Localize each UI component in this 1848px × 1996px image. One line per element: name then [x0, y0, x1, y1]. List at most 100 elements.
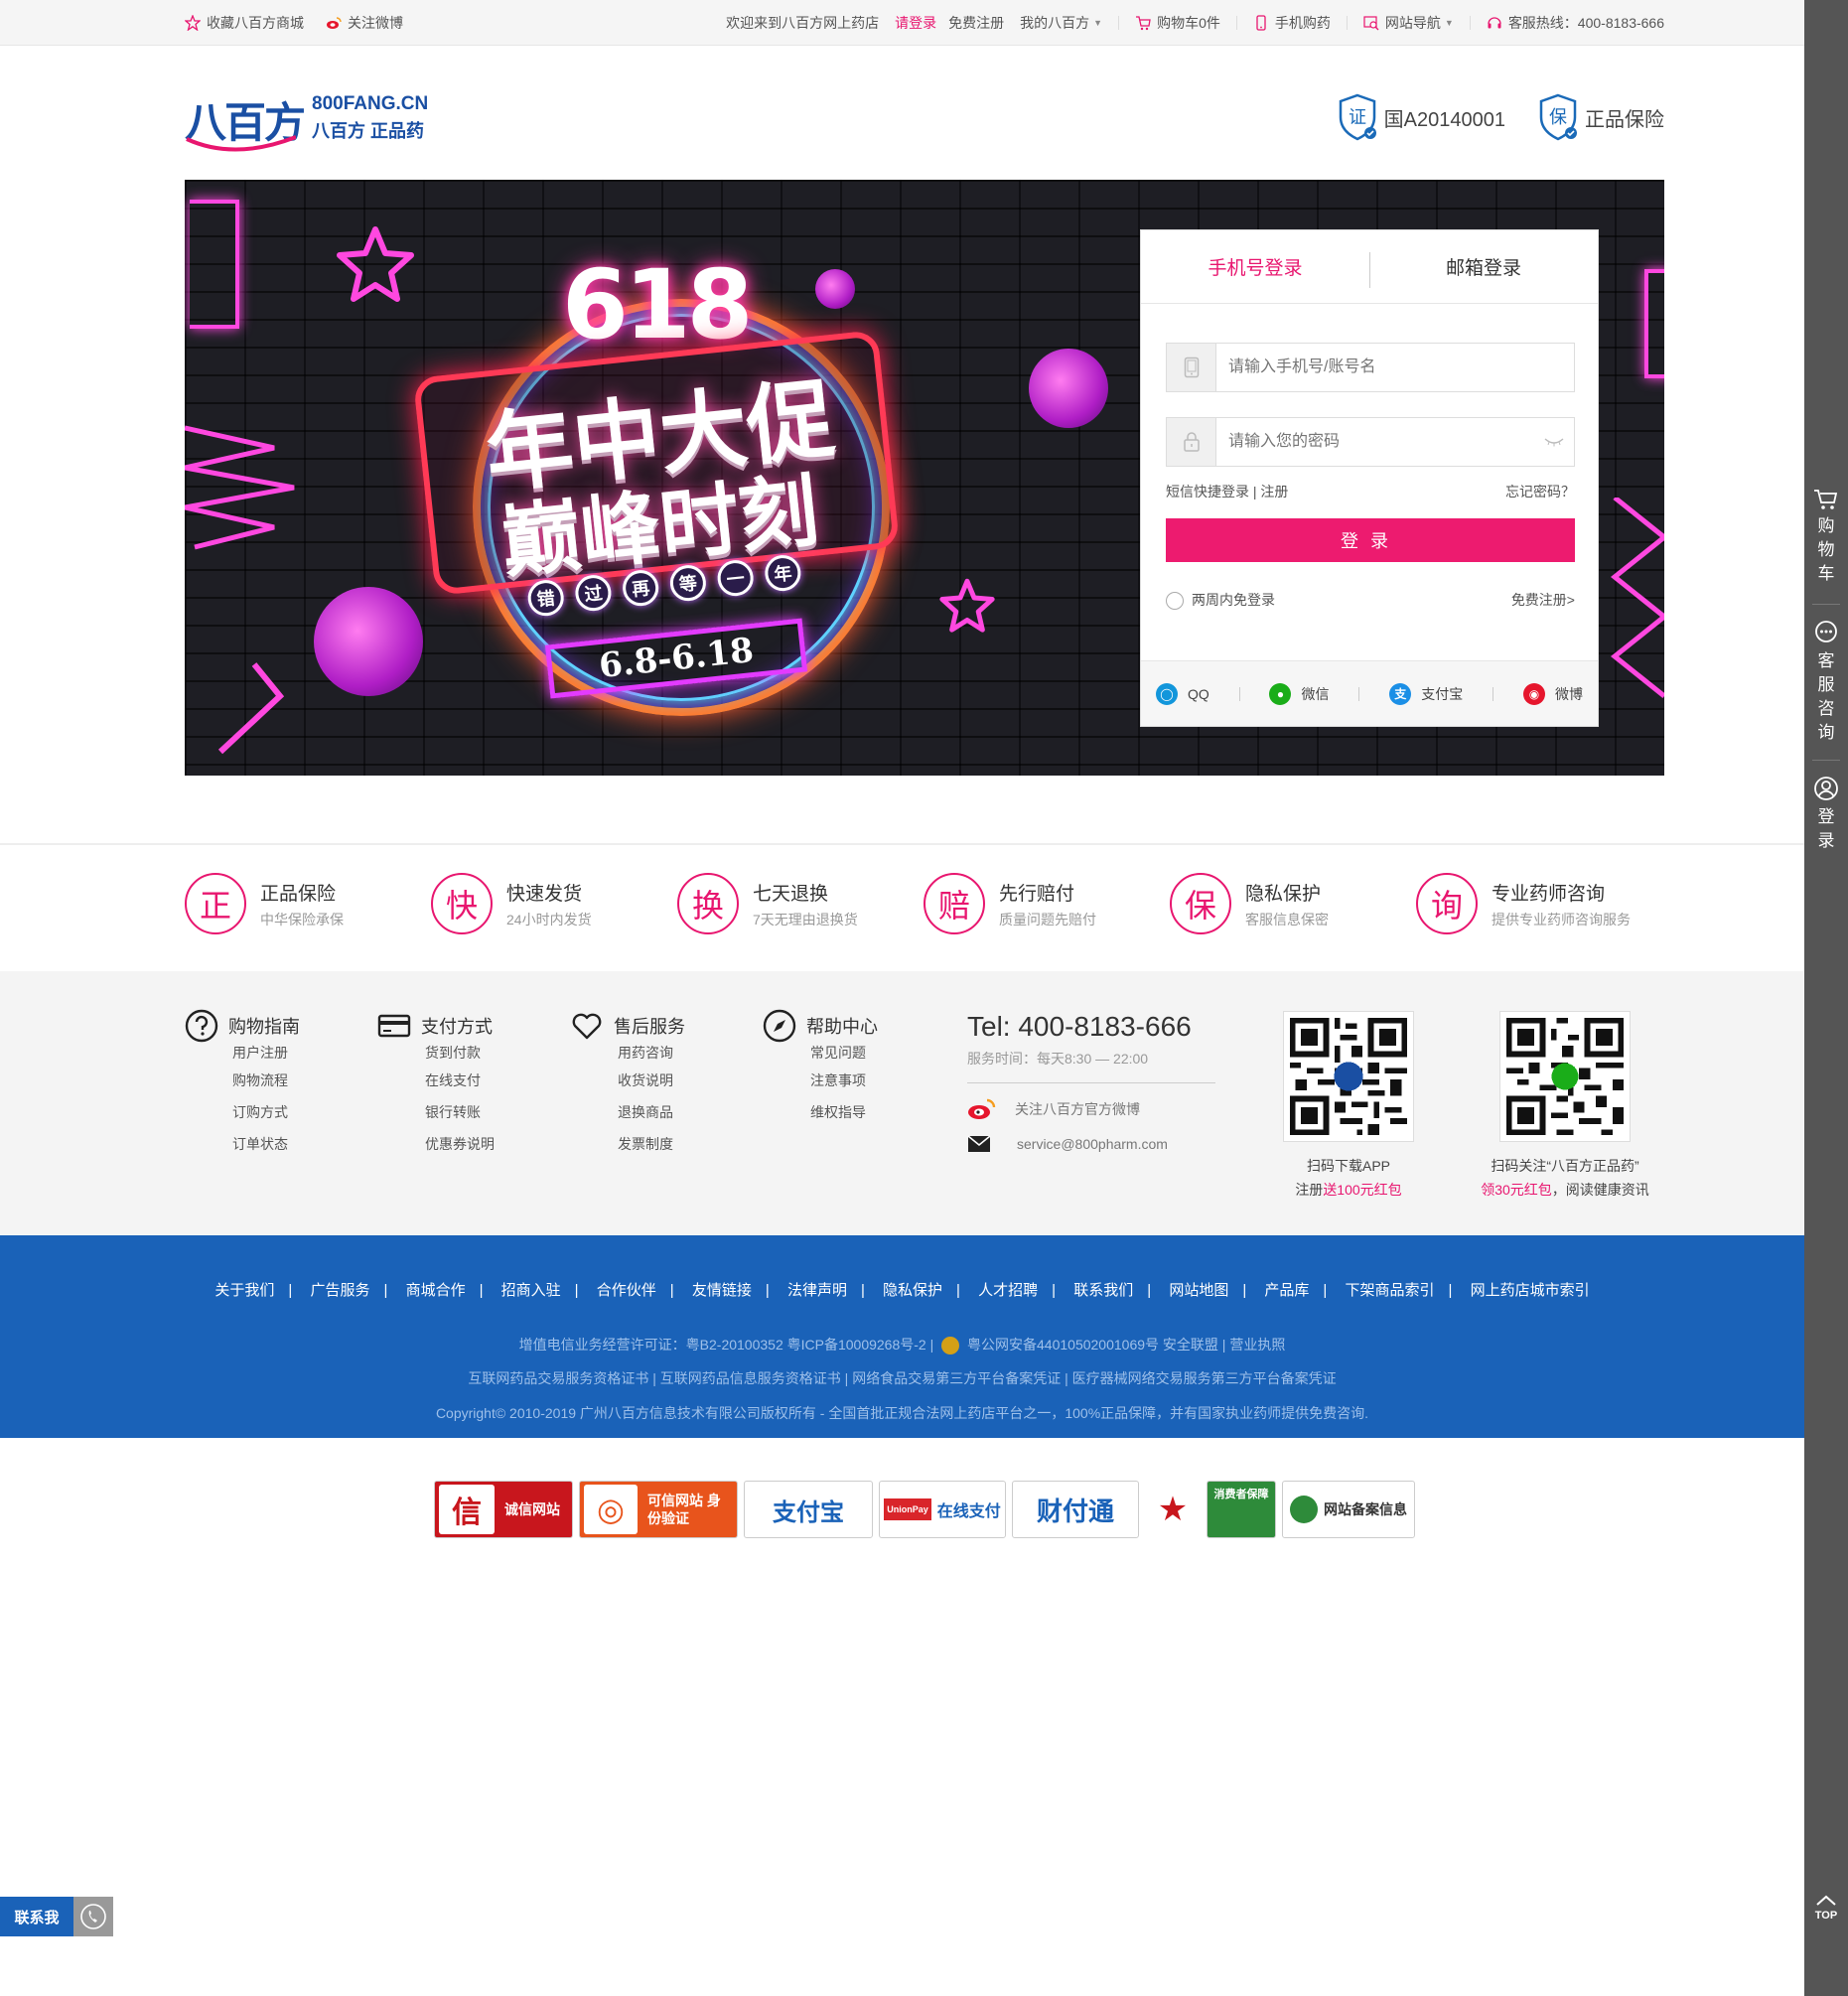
help-link[interactable]: 退换商品 [618, 1096, 749, 1128]
certificate-line[interactable]: 互联网药品交易服务资格证书 | 互联网药品信息服务资格证书 | 网络食品交易第三… [0, 1368, 1804, 1388]
cart-link[interactable]: 购物车0件 [1135, 13, 1220, 33]
help-link[interactable]: 订购方式 [232, 1096, 363, 1128]
footer-link[interactable]: 法律声明 [787, 1282, 847, 1299]
sidebar-cart[interactable]: 购物车 [1804, 489, 1848, 586]
neon-star-icon [939, 578, 995, 633]
neon-star-icon [337, 226, 414, 302]
remember-me-checkbox[interactable]: 两周内免登录 [1166, 590, 1275, 611]
wechat-login[interactable]: ● 微信 [1269, 682, 1329, 705]
headset-icon [1488, 17, 1501, 29]
footer-link[interactable]: 合作伙伴 [597, 1282, 656, 1299]
footer-link[interactable]: 广告服务 [310, 1282, 369, 1299]
footer-link[interactable]: 关于我们 [214, 1282, 274, 1299]
trust-badge-consumer[interactable]: 消费者保障 [1207, 1481, 1276, 1538]
hide-password-icon[interactable] [1534, 437, 1574, 447]
footer-link[interactable]: 下架商品索引 [1346, 1282, 1435, 1299]
weibo-icon [968, 1098, 996, 1119]
footer-link[interactable]: 联系我们 [1073, 1282, 1133, 1299]
footer-link[interactable]: 网上药店城市索引 [1471, 1282, 1590, 1299]
alipay-login[interactable]: 支支付宝 [1389, 682, 1463, 705]
password-field [1166, 417, 1575, 467]
password-input[interactable] [1216, 419, 1534, 465]
help-link[interactable]: 注意事项 [810, 1065, 941, 1096]
cart-icon [1814, 490, 1838, 509]
footer-link[interactable]: 友情链接 [692, 1282, 752, 1299]
heart-icon [572, 1013, 602, 1040]
credit-card-icon [377, 1014, 411, 1038]
qr-code-icon [1499, 1011, 1631, 1142]
free-register-link[interactable]: 免费注册> [1511, 590, 1575, 610]
divider [1118, 16, 1120, 30]
qq-login[interactable]: ◯ QQ [1155, 682, 1209, 705]
follow-weibo-link[interactable]: 关注八百方官方微博 [967, 1097, 1215, 1121]
copyright: Copyright© 2010-2019 广州八百方信息技术有限公司版权所有 -… [435, 1405, 1369, 1421]
my-account-menu[interactable]: 我的八百方 ▼ [1020, 13, 1102, 33]
divider [1469, 16, 1471, 30]
help-link[interactable]: 订单状态 [232, 1128, 363, 1160]
login-button[interactable]: 登录 [1166, 518, 1575, 562]
help-link[interactable]: 维权指导 [810, 1096, 941, 1128]
email-link[interactable]: service@800pharm.com [967, 1135, 1215, 1153]
slogan-chip: 再 [621, 568, 660, 608]
trust-badge-filing[interactable]: 网站备案信息 [1282, 1481, 1415, 1538]
login-link[interactable]: 请登录 [895, 13, 936, 33]
help-link[interactable]: 在线支付 [425, 1065, 556, 1096]
register-link[interactable]: 免费注册 [948, 13, 1004, 33]
footer-link[interactable]: 招商入驻 [501, 1282, 561, 1299]
help-link[interactable]: 发票制度 [618, 1128, 749, 1160]
site-nav-menu[interactable]: 网站导航 ▼ [1363, 13, 1454, 33]
footer-link[interactable]: 产品库 [1264, 1282, 1309, 1299]
help-link[interactable]: 收货说明 [618, 1065, 749, 1096]
forgot-password-link[interactable]: 忘记密码？ [1505, 482, 1575, 501]
neon-orb-decor [1029, 349, 1108, 428]
question-icon [185, 1009, 218, 1043]
neon-orb-decor [314, 587, 423, 696]
help-link[interactable]: 购物流程 [232, 1065, 363, 1096]
follow-weibo-link[interactable]: 关注微博 [326, 13, 403, 33]
footer-link[interactable]: 人才招聘 [978, 1282, 1038, 1299]
radio-icon [1166, 592, 1184, 611]
tab-email-login[interactable]: 邮箱登录 [1369, 253, 1598, 280]
weibo-login[interactable]: ◉ 微博 [1522, 682, 1583, 705]
help-link[interactable]: 货到付款 [425, 1043, 556, 1065]
divider [1238, 686, 1240, 701]
help-link[interactable]: 用户注册 [232, 1043, 363, 1065]
help-link[interactable]: 常见问题 [810, 1043, 941, 1065]
return-icon: 换 [677, 873, 739, 934]
license-badge: 证 国A20140001 [1337, 93, 1505, 141]
genuine-icon: 正 [185, 873, 246, 934]
help-link[interactable]: 优惠券说明 [425, 1128, 556, 1160]
trust-badge-alipay[interactable]: 支付宝 [744, 1481, 873, 1538]
footer-link[interactable]: 隐私保护 [883, 1282, 942, 1299]
tab-phone-login[interactable]: 手机号登录 [1141, 253, 1369, 280]
insurance-shield-icon: 保 [1539, 93, 1577, 141]
wechat-icon: ● [1269, 682, 1292, 705]
site-logo[interactable]: 八百方 800FANG.CN 八百方 正品药 [185, 89, 443, 155]
mobile-link[interactable]: 手机购药 [1253, 13, 1331, 33]
back-to-top-button[interactable]: TOP [1804, 1895, 1848, 1922]
slogan-chip: 一 [715, 558, 756, 598]
help-link[interactable]: 银行转账 [425, 1096, 556, 1128]
trust-badge-tenpay[interactable]: 财付通 [1012, 1481, 1139, 1538]
contact-me-widget[interactable]: 联系我 [0, 1897, 113, 1936]
divider [1346, 16, 1348, 30]
account-field [1166, 343, 1575, 392]
sms-login-link[interactable]: 短信快捷登录 | 注册 [1166, 482, 1288, 501]
favorite-link[interactable]: 收藏八百方商城 [185, 13, 304, 33]
service-features: 正正品保险 中华保险承保 快快速发货 24小时内发货 换七天退换 7天无理由退换货 赔… [185, 870, 1664, 937]
trust-badge-gov[interactable]: ★ [1145, 1481, 1201, 1538]
login-panel: 手机号登录 邮箱登录 短信快捷登录 | 注册 忘记密码？ 登录 两周内免登录 免… [1140, 229, 1599, 727]
trust-badge-verified[interactable]: ◎ 可信网站 身份验证 [579, 1481, 738, 1538]
footer-link[interactable]: 商城合作 [406, 1282, 466, 1299]
social-login-bar: ◯ QQ ● 微信 支支付宝 ◉ 微博 [1141, 660, 1598, 726]
account-input[interactable] [1216, 345, 1574, 390]
sidebar-service[interactable]: 客服咨询 [1804, 620, 1848, 745]
trust-badge-credit[interactable]: 信诚信网站 [434, 1481, 573, 1538]
trust-badge-unionpay[interactable]: UnionPay 在线支付 [879, 1481, 1006, 1538]
sidebar-login[interactable]: 登录 [1804, 776, 1848, 853]
help-link[interactable]: 用药咨询 [618, 1043, 749, 1065]
footer-link[interactable]: 网站地图 [1169, 1282, 1228, 1299]
wechat-qr: 扫码关注“八百方正品药” 领30元红包，阅读健康资讯 [1476, 1011, 1654, 1200]
promo-banner[interactable]: 618 年中大促 巅峰时刻 错 过 再 等 一 年 6.8-6.18 手机号登录… [185, 180, 1664, 776]
caret-down-icon: ▼ [1444, 18, 1454, 28]
